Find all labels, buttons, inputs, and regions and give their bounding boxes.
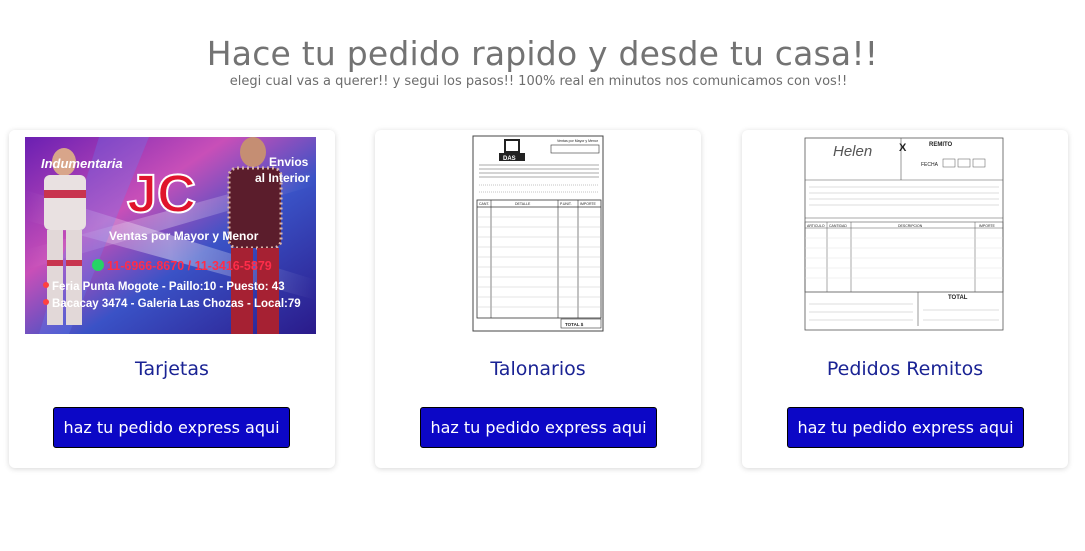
card-address2-text: Bacacay 3474 - Galeria Las Chozas - Loca… [52, 298, 301, 310]
talonario-col2: DETALLE [515, 202, 531, 206]
page-title: Hace tu pedido rapido y desde tu casa!! [206, 34, 879, 73]
product-card-pedidos-remitos: Helen X REMITO FECHA ARTICULO CANTIDAD D… [742, 130, 1068, 468]
card-tagline-text: Ventas por Mayor y Menor [109, 229, 259, 243]
card-envios2-text: al Interior [255, 171, 310, 185]
talonario-col3: P.UNIT. [560, 202, 572, 206]
remito-col2: CANTIDAD [829, 224, 847, 228]
remito-col3: DESCRIPCION [898, 224, 923, 228]
talonario-col1: CANT. [479, 202, 489, 206]
remito-image: Helen X REMITO FECHA ARTICULO CANTIDAD D… [793, 130, 1017, 340]
product-image-tarjetas[interactable]: Indumentaria JC Envios al Interior Venta… [9, 130, 335, 340]
remito-doc-title: REMITO [929, 142, 953, 148]
card-envios-text: Envios [269, 155, 309, 169]
remito-col4: IMPORTE [979, 224, 996, 228]
talonario-col4: IMPORTE [580, 202, 597, 206]
product-image-pedidos-remitos[interactable]: Helen X REMITO FECHA ARTICULO CANTIDAD D… [793, 130, 1017, 340]
card-logo-text: JC [127, 164, 196, 224]
product-card-talonarios: DAS Ventas por Mayor y Menor CANT. DETAL… [375, 130, 701, 468]
talonario-header-text: Ventas por Mayor y Menor [557, 139, 599, 143]
card-phones-text: 11-6966-8670 / 11-3416-5879 [107, 259, 272, 273]
remito-col1: ARTICULO [807, 224, 825, 228]
remito-fecha: FECHA [921, 162, 939, 168]
remito-doc-type: X [899, 142, 907, 154]
talonario-image: DAS Ventas por Mayor y Menor CANT. DETAL… [465, 130, 617, 340]
talonario-brand-text: DAS [503, 156, 516, 162]
order-button-talonarios[interactable]: haz tu pedido express aqui [420, 407, 657, 448]
remito-total: TOTAL [948, 295, 968, 301]
product-card-tarjetas: Indumentaria JC Envios al Interior Venta… [9, 130, 335, 468]
business-card-image: Indumentaria JC Envios al Interior Venta… [9, 130, 335, 340]
talonario-total: TOTAL $ [565, 322, 584, 327]
product-name-tarjetas: Tarjetas [135, 358, 209, 380]
order-button-pedidos-remitos[interactable]: haz tu pedido express aqui [787, 407, 1024, 448]
remito-brand-text: Helen [833, 143, 872, 160]
page-subtitle: elegi cual vas a querer!! y segui los pa… [229, 74, 848, 89]
product-name-talonarios: Talonarios [490, 358, 586, 380]
card-brand-text: Indumentaria [41, 156, 123, 171]
order-button-tarjetas[interactable]: haz tu pedido express aqui [53, 407, 290, 448]
card-address1-text: Feria Punta Mogote - Paillo:10 - Puesto:… [52, 281, 285, 293]
product-name-pedidos-remitos: Pedidos Remitos [826, 358, 984, 380]
product-image-talonarios[interactable]: DAS Ventas por Mayor y Menor CANT. DETAL… [465, 130, 617, 340]
